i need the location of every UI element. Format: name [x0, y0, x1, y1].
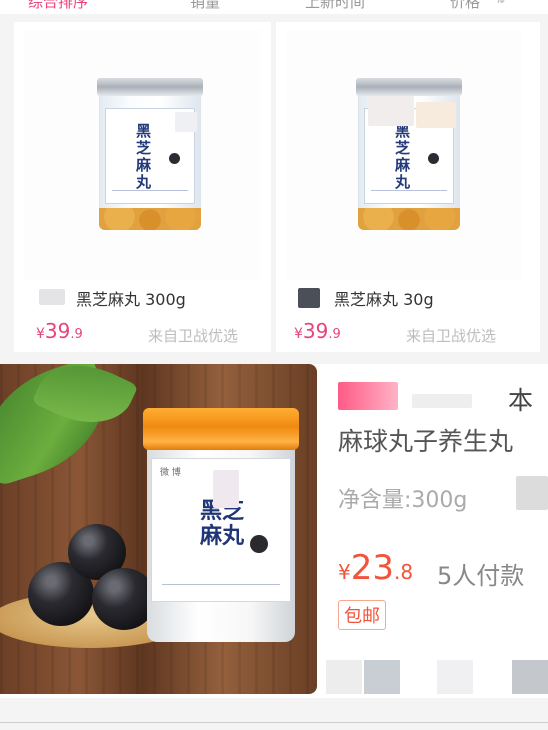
sort-bar: 综合排序 销量 上新时间 价格 ⇅	[0, 0, 548, 14]
divider	[0, 722, 548, 723]
shop-tag	[338, 382, 398, 410]
product-image: 黑芝麻丸	[24, 30, 260, 280]
jar-label-text: 黑芝麻丸	[395, 122, 411, 191]
product-title[interactable]: 黑芝麻丸 300g	[76, 286, 186, 310]
sort-tab-newest[interactable]: 上新时间	[305, 0, 365, 12]
product-image: 黑芝麻丸	[286, 30, 522, 280]
sort-tab-sales[interactable]: 销量	[190, 0, 220, 12]
seller-avatar	[298, 288, 320, 308]
free-shipping-badge: 包邮	[338, 600, 386, 630]
featured-title-line1[interactable]: 本	[508, 381, 533, 417]
product-jar: 黑芝麻丸	[356, 78, 462, 230]
featured-spec: 净含量:300g	[338, 488, 468, 513]
featured-price: ¥23.8	[338, 548, 414, 588]
product-title[interactable]: 黑芝麻丸 30g	[334, 286, 434, 310]
product-jar: 黑芝麻丸	[97, 78, 203, 230]
thumbnail[interactable]	[437, 660, 473, 694]
product-card[interactable]: 黑芝麻丸 黑芝麻丸 300g ¥39.9 来自卫战优选	[14, 22, 271, 352]
jar-label-text: 黑芝麻丸	[136, 122, 152, 191]
featured-title-line2[interactable]: 麻球丸子养生丸	[338, 422, 513, 458]
paid-count: 5人付款	[437, 562, 525, 590]
product-price: ¥39.9	[294, 319, 341, 343]
product-source: 来自卫战优选	[406, 327, 497, 345]
featured-product-card[interactable]: 微 博 黑芝麻丸 本 麻球丸子养生丸 净含量:300g ¥23.8 5人付款 包…	[0, 364, 548, 698]
sort-tab-comprehensive[interactable]: 综合排序	[28, 0, 88, 12]
product-source: 来自卫战优选	[148, 327, 239, 345]
seller-avatar	[39, 289, 65, 305]
sort-arrow-icon: ⇅	[495, 0, 505, 6]
product-price: ¥39.9	[36, 319, 83, 343]
featured-product-image: 微 博 黑芝麻丸	[0, 364, 317, 694]
product-card[interactable]: 黑芝麻丸 黑芝麻丸 30g ¥39.9 来自卫战优选	[276, 22, 540, 352]
featured-jar: 微 博 黑芝麻丸	[143, 408, 299, 642]
sort-tab-price[interactable]: 价格	[450, 0, 480, 12]
thumbnail[interactable]	[364, 660, 400, 694]
thumbnail[interactable]	[326, 660, 362, 694]
thumbnail[interactable]	[512, 660, 548, 694]
